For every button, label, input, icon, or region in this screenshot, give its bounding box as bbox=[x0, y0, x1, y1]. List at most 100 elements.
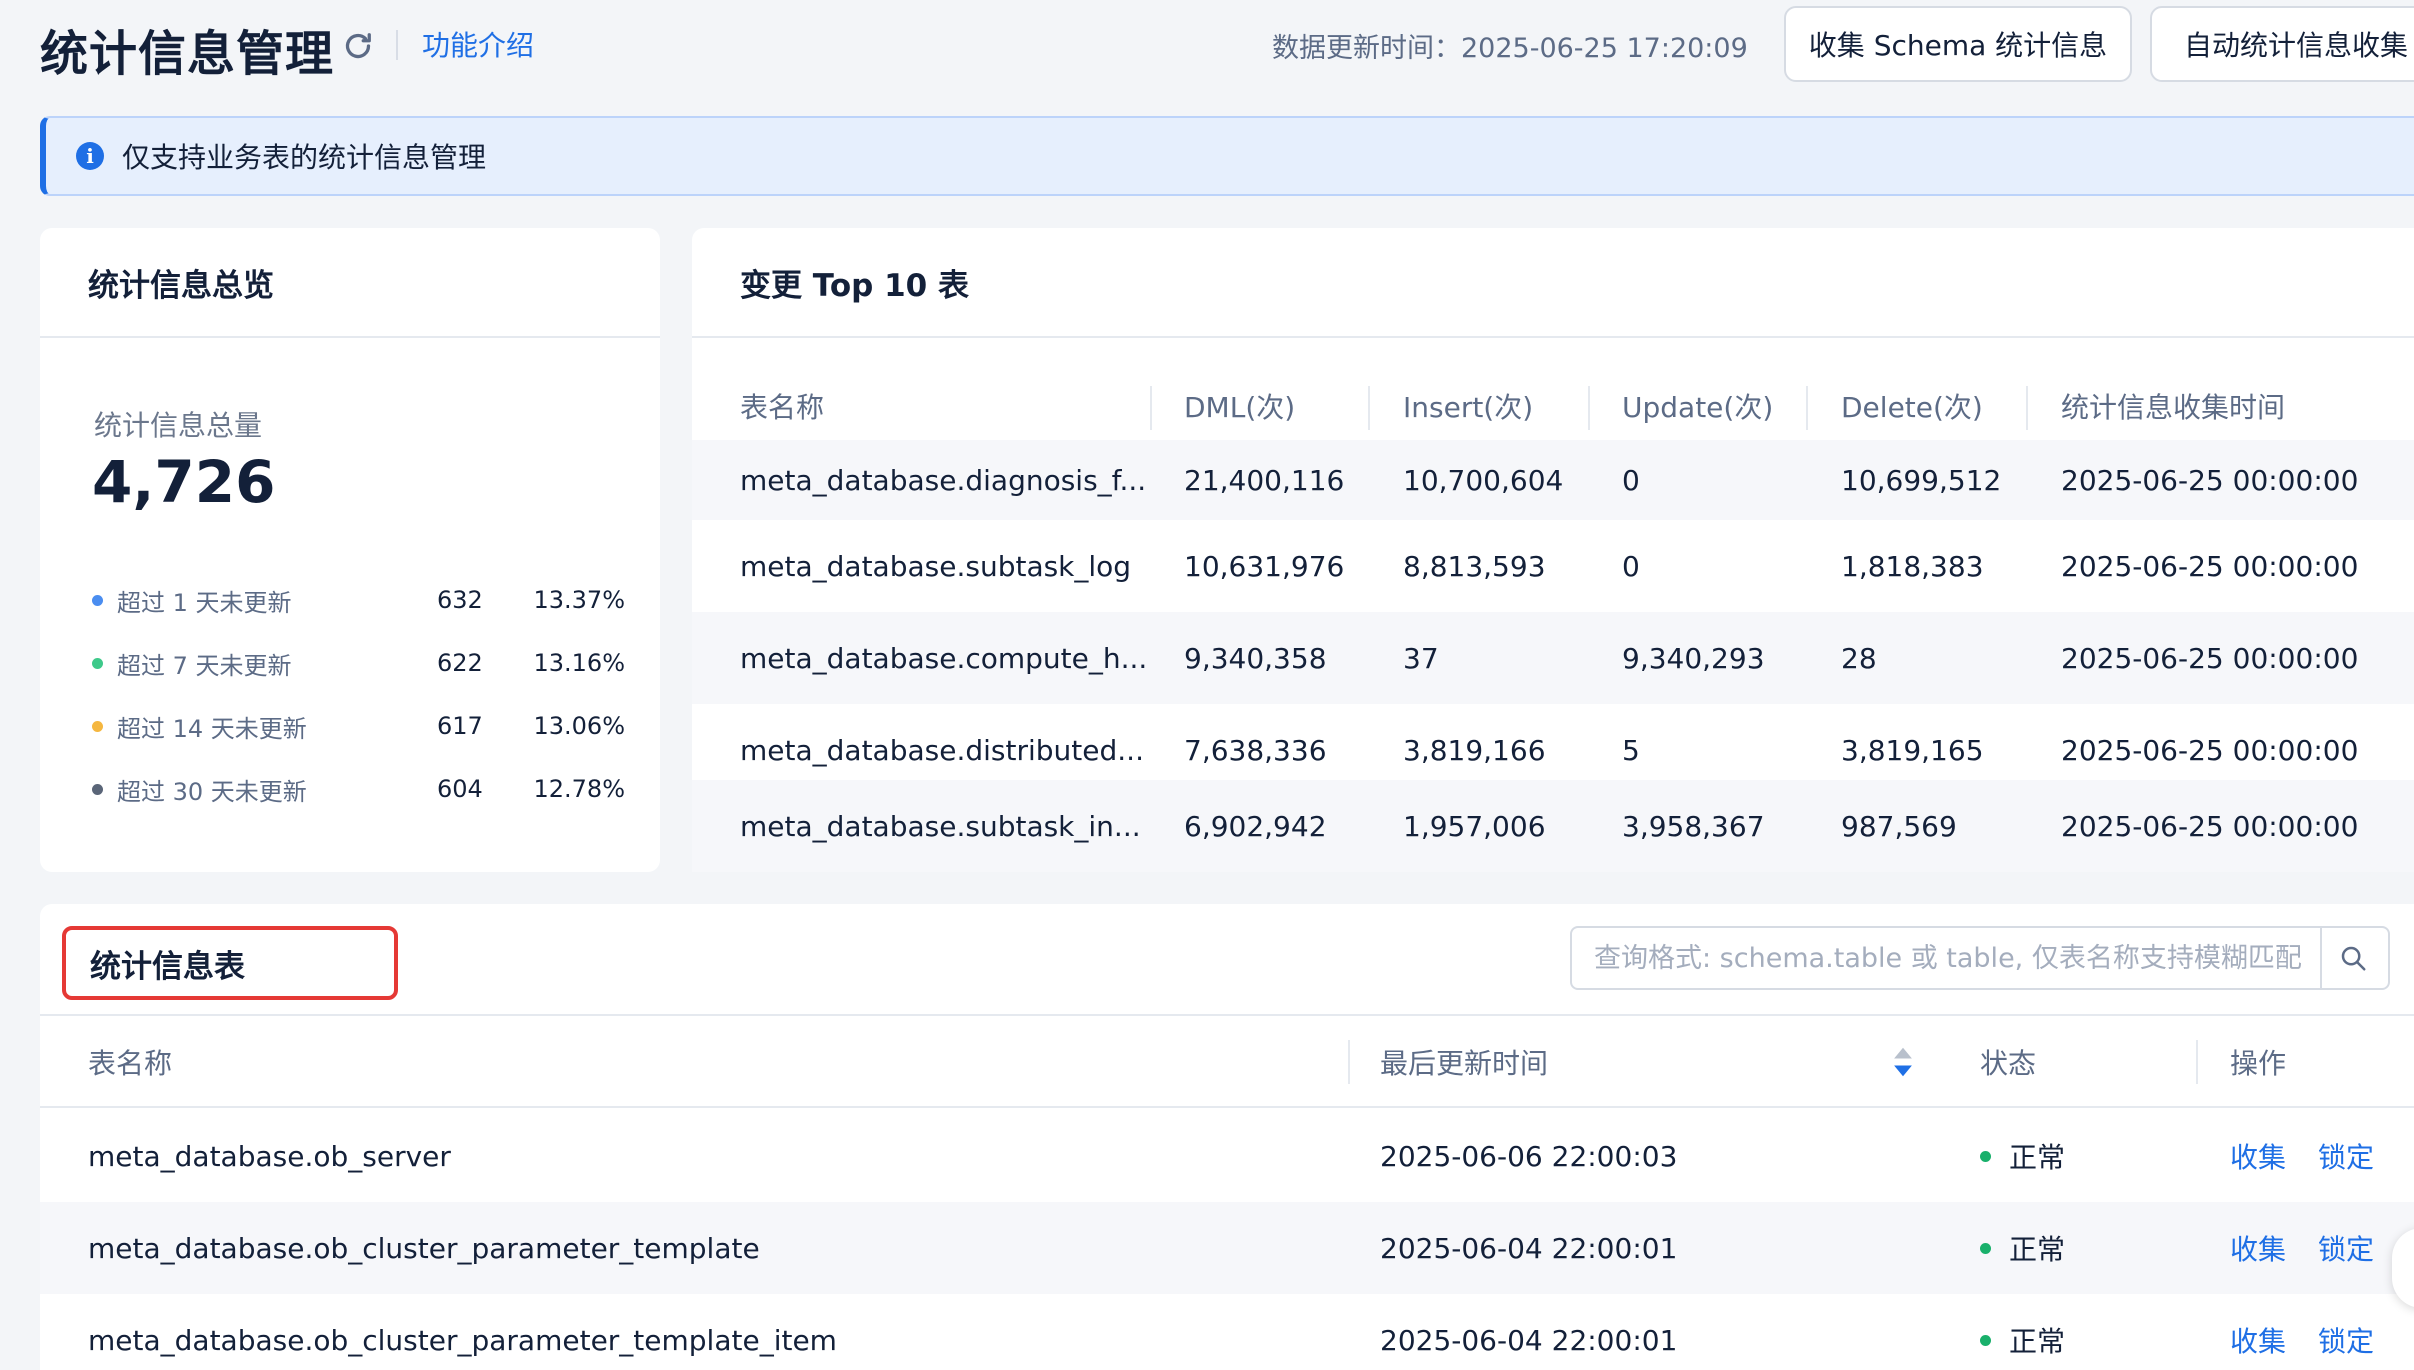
col-table-name: 表名称 bbox=[88, 1047, 173, 1080]
cell-update: 9,340,293 bbox=[1622, 641, 1765, 675]
overview-title: 统计信息总览 bbox=[40, 228, 660, 338]
overview-row-label: 超过 14 天未更新 bbox=[117, 714, 307, 743]
status-text: 正常 bbox=[2009, 1141, 2066, 1174]
cell-status: 正常 bbox=[1980, 1294, 2065, 1370]
overview-row-count: 617 bbox=[437, 712, 483, 740]
table-row: meta_database.subtask_log 10,631,976 8,8… bbox=[692, 520, 2414, 612]
cell-insert: 8,813,593 bbox=[1403, 549, 1546, 583]
cell-last-update: 2025-06-06 22:00:03 bbox=[1380, 1139, 1678, 1173]
table-row: meta_database.ob_cluster_parameter_templ… bbox=[40, 1294, 2414, 1370]
overview-row-label: 超过 7 天未更新 bbox=[117, 651, 292, 680]
overview-row-pct: 13.16% bbox=[533, 649, 625, 677]
cell-delete: 10,699,512 bbox=[1841, 463, 2002, 497]
feature-intro-link[interactable]: 功能介绍 bbox=[422, 24, 534, 64]
search-input[interactable] bbox=[1572, 929, 2320, 987]
legend-dot bbox=[92, 594, 103, 606]
col-status: 状态 bbox=[1980, 1047, 2037, 1080]
page-header: 统计信息管理 功能介绍 数据更新时间：2025-06-25 17:20:09 收… bbox=[0, 0, 2414, 100]
status-dot bbox=[1980, 1334, 1991, 1346]
page-title: 统计信息管理 bbox=[40, 26, 335, 82]
cell-table-name: meta_database.subtask_in... bbox=[740, 809, 1141, 843]
overview-row-pct: 13.37% bbox=[533, 586, 625, 614]
data-update-time: 数据更新时间：2025-06-25 17:20:09 bbox=[1272, 33, 1748, 64]
col-divider bbox=[2196, 1040, 2198, 1084]
col-last-update: 最后更新时间 bbox=[1380, 1047, 1549, 1080]
header-divider bbox=[396, 30, 398, 60]
cell-collect-time: 2025-06-25 00:00:00 bbox=[2061, 463, 2359, 497]
cell-table-name: meta_database.ob_cluster_parameter_templ… bbox=[88, 1323, 837, 1357]
overview-row-count: 632 bbox=[437, 586, 483, 614]
table-row: meta_database.subtask_in... 6,902,942 1,… bbox=[692, 780, 2414, 872]
status-text: 正常 bbox=[2009, 1325, 2066, 1358]
cell-insert: 1,957,006 bbox=[1403, 809, 1546, 843]
lock-button[interactable]: 锁定 bbox=[2318, 1294, 2374, 1370]
table-row: meta_database.ob_server 2025-06-06 22:00… bbox=[40, 1110, 2414, 1202]
cell-dml: 10,631,976 bbox=[1184, 549, 1345, 583]
cell-table-name: meta_database.compute_h... bbox=[740, 641, 1148, 675]
status-text: 正常 bbox=[2009, 1233, 2066, 1266]
total-label: 统计信息总量 bbox=[94, 409, 263, 442]
search-box bbox=[1570, 926, 2390, 990]
sort-icon[interactable] bbox=[1892, 1046, 1914, 1078]
collect-button[interactable]: 收集 bbox=[2230, 1202, 2286, 1294]
lock-button[interactable]: 锁定 bbox=[2318, 1110, 2374, 1202]
info-icon: i bbox=[76, 142, 104, 170]
stats-table-title: 统计信息表 bbox=[62, 926, 398, 1000]
collect-button[interactable]: 收集 bbox=[2230, 1110, 2286, 1202]
cell-insert: 37 bbox=[1403, 641, 1439, 675]
search-button[interactable] bbox=[2320, 928, 2384, 988]
overview-row-count: 604 bbox=[437, 775, 483, 803]
lock-button[interactable]: 锁定 bbox=[2318, 1202, 2374, 1294]
legend-dot bbox=[92, 783, 103, 795]
overview-row-pct: 13.06% bbox=[533, 712, 625, 740]
cell-collect-time: 2025-06-25 00:00:00 bbox=[2061, 641, 2359, 675]
overview-row-label: 超过 30 天未更新 bbox=[117, 777, 307, 806]
overview-row: 超过 1 天未更新 632 13.37% bbox=[92, 580, 632, 620]
overview-row: 超过 14 天未更新 617 13.06% bbox=[92, 706, 632, 746]
collect-button[interactable]: 收集 bbox=[2230, 1294, 2286, 1370]
cell-table-name: meta_database.subtask_log bbox=[740, 549, 1132, 583]
cell-update: 3,958,367 bbox=[1622, 809, 1765, 843]
table-row: meta_database.ob_cluster_parameter_templ… bbox=[40, 1202, 2414, 1294]
cell-insert: 10,700,604 bbox=[1403, 463, 1564, 497]
refresh-icon[interactable] bbox=[340, 28, 376, 64]
cell-delete: 1,818,383 bbox=[1841, 549, 1984, 583]
total-value: 4,726 bbox=[92, 448, 276, 516]
table-row: meta_database.diagnosis_f... 21,400,116 … bbox=[692, 440, 2414, 520]
cell-table-name: meta_database.ob_cluster_parameter_templ… bbox=[88, 1231, 760, 1265]
overview-row-count: 622 bbox=[437, 649, 483, 677]
cell-last-update: 2025-06-04 22:00:01 bbox=[1380, 1231, 1678, 1265]
stats-table-card: 统计信息表 表名称 最后更新时间 状态 操作 meta_database.ob_… bbox=[40, 904, 2414, 1370]
cell-dml: 21,400,116 bbox=[1184, 463, 1345, 497]
cell-delete: 28 bbox=[1841, 641, 1877, 675]
overview-row-pct: 12.78% bbox=[533, 775, 625, 803]
cell-table-name: meta_database.ob_server bbox=[88, 1139, 451, 1173]
legend-dot bbox=[92, 657, 103, 669]
cell-last-update: 2025-06-04 22:00:01 bbox=[1380, 1323, 1678, 1357]
cell-update: 0 bbox=[1622, 549, 1640, 583]
cell-delete: 987,569 bbox=[1841, 809, 1957, 843]
cell-status: 正常 bbox=[1980, 1202, 2065, 1294]
status-dot bbox=[1980, 1242, 1991, 1254]
table-row: meta_database.compute_h... 9,340,358 37 … bbox=[692, 612, 2414, 704]
auto-stats-collect-button[interactable]: 自动统计信息收集 bbox=[2150, 6, 2414, 82]
col-actions: 操作 bbox=[2230, 1047, 2287, 1080]
cell-collect-time: 2025-06-25 00:00:00 bbox=[2061, 549, 2359, 583]
cell-collect-time: 2025-06-25 00:00:00 bbox=[2061, 809, 2359, 843]
status-dot bbox=[1980, 1150, 1991, 1162]
cell-dml: 6,902,942 bbox=[1184, 809, 1327, 843]
alert-text: 仅支持业务表的统计信息管理 bbox=[122, 141, 487, 174]
stats-table-header: 表名称 最后更新时间 状态 操作 bbox=[40, 1016, 2414, 1108]
cell-table-name: meta_database.diagnosis_f... bbox=[740, 463, 1147, 497]
col-divider bbox=[1348, 1040, 1350, 1084]
collect-schema-stats-button[interactable]: 收集 Schema 统计信息 bbox=[1784, 6, 2132, 82]
cell-update: 0 bbox=[1622, 463, 1640, 497]
info-alert: i 仅支持业务表的统计信息管理 bbox=[40, 116, 2414, 196]
search-icon bbox=[2341, 946, 2366, 971]
top10-table-body: meta_database.diagnosis_f... 21,400,116 … bbox=[692, 228, 2414, 872]
cell-dml: 9,340,358 bbox=[1184, 641, 1327, 675]
overview-row: 超过 30 天未更新 604 12.78% bbox=[92, 769, 632, 809]
stats-overview-card: 统计信息总览 统计信息总量 4,726 超过 1 天未更新 632 13.37%… bbox=[40, 228, 660, 872]
cell-status: 正常 bbox=[1980, 1110, 2065, 1202]
legend-dot bbox=[92, 720, 103, 732]
